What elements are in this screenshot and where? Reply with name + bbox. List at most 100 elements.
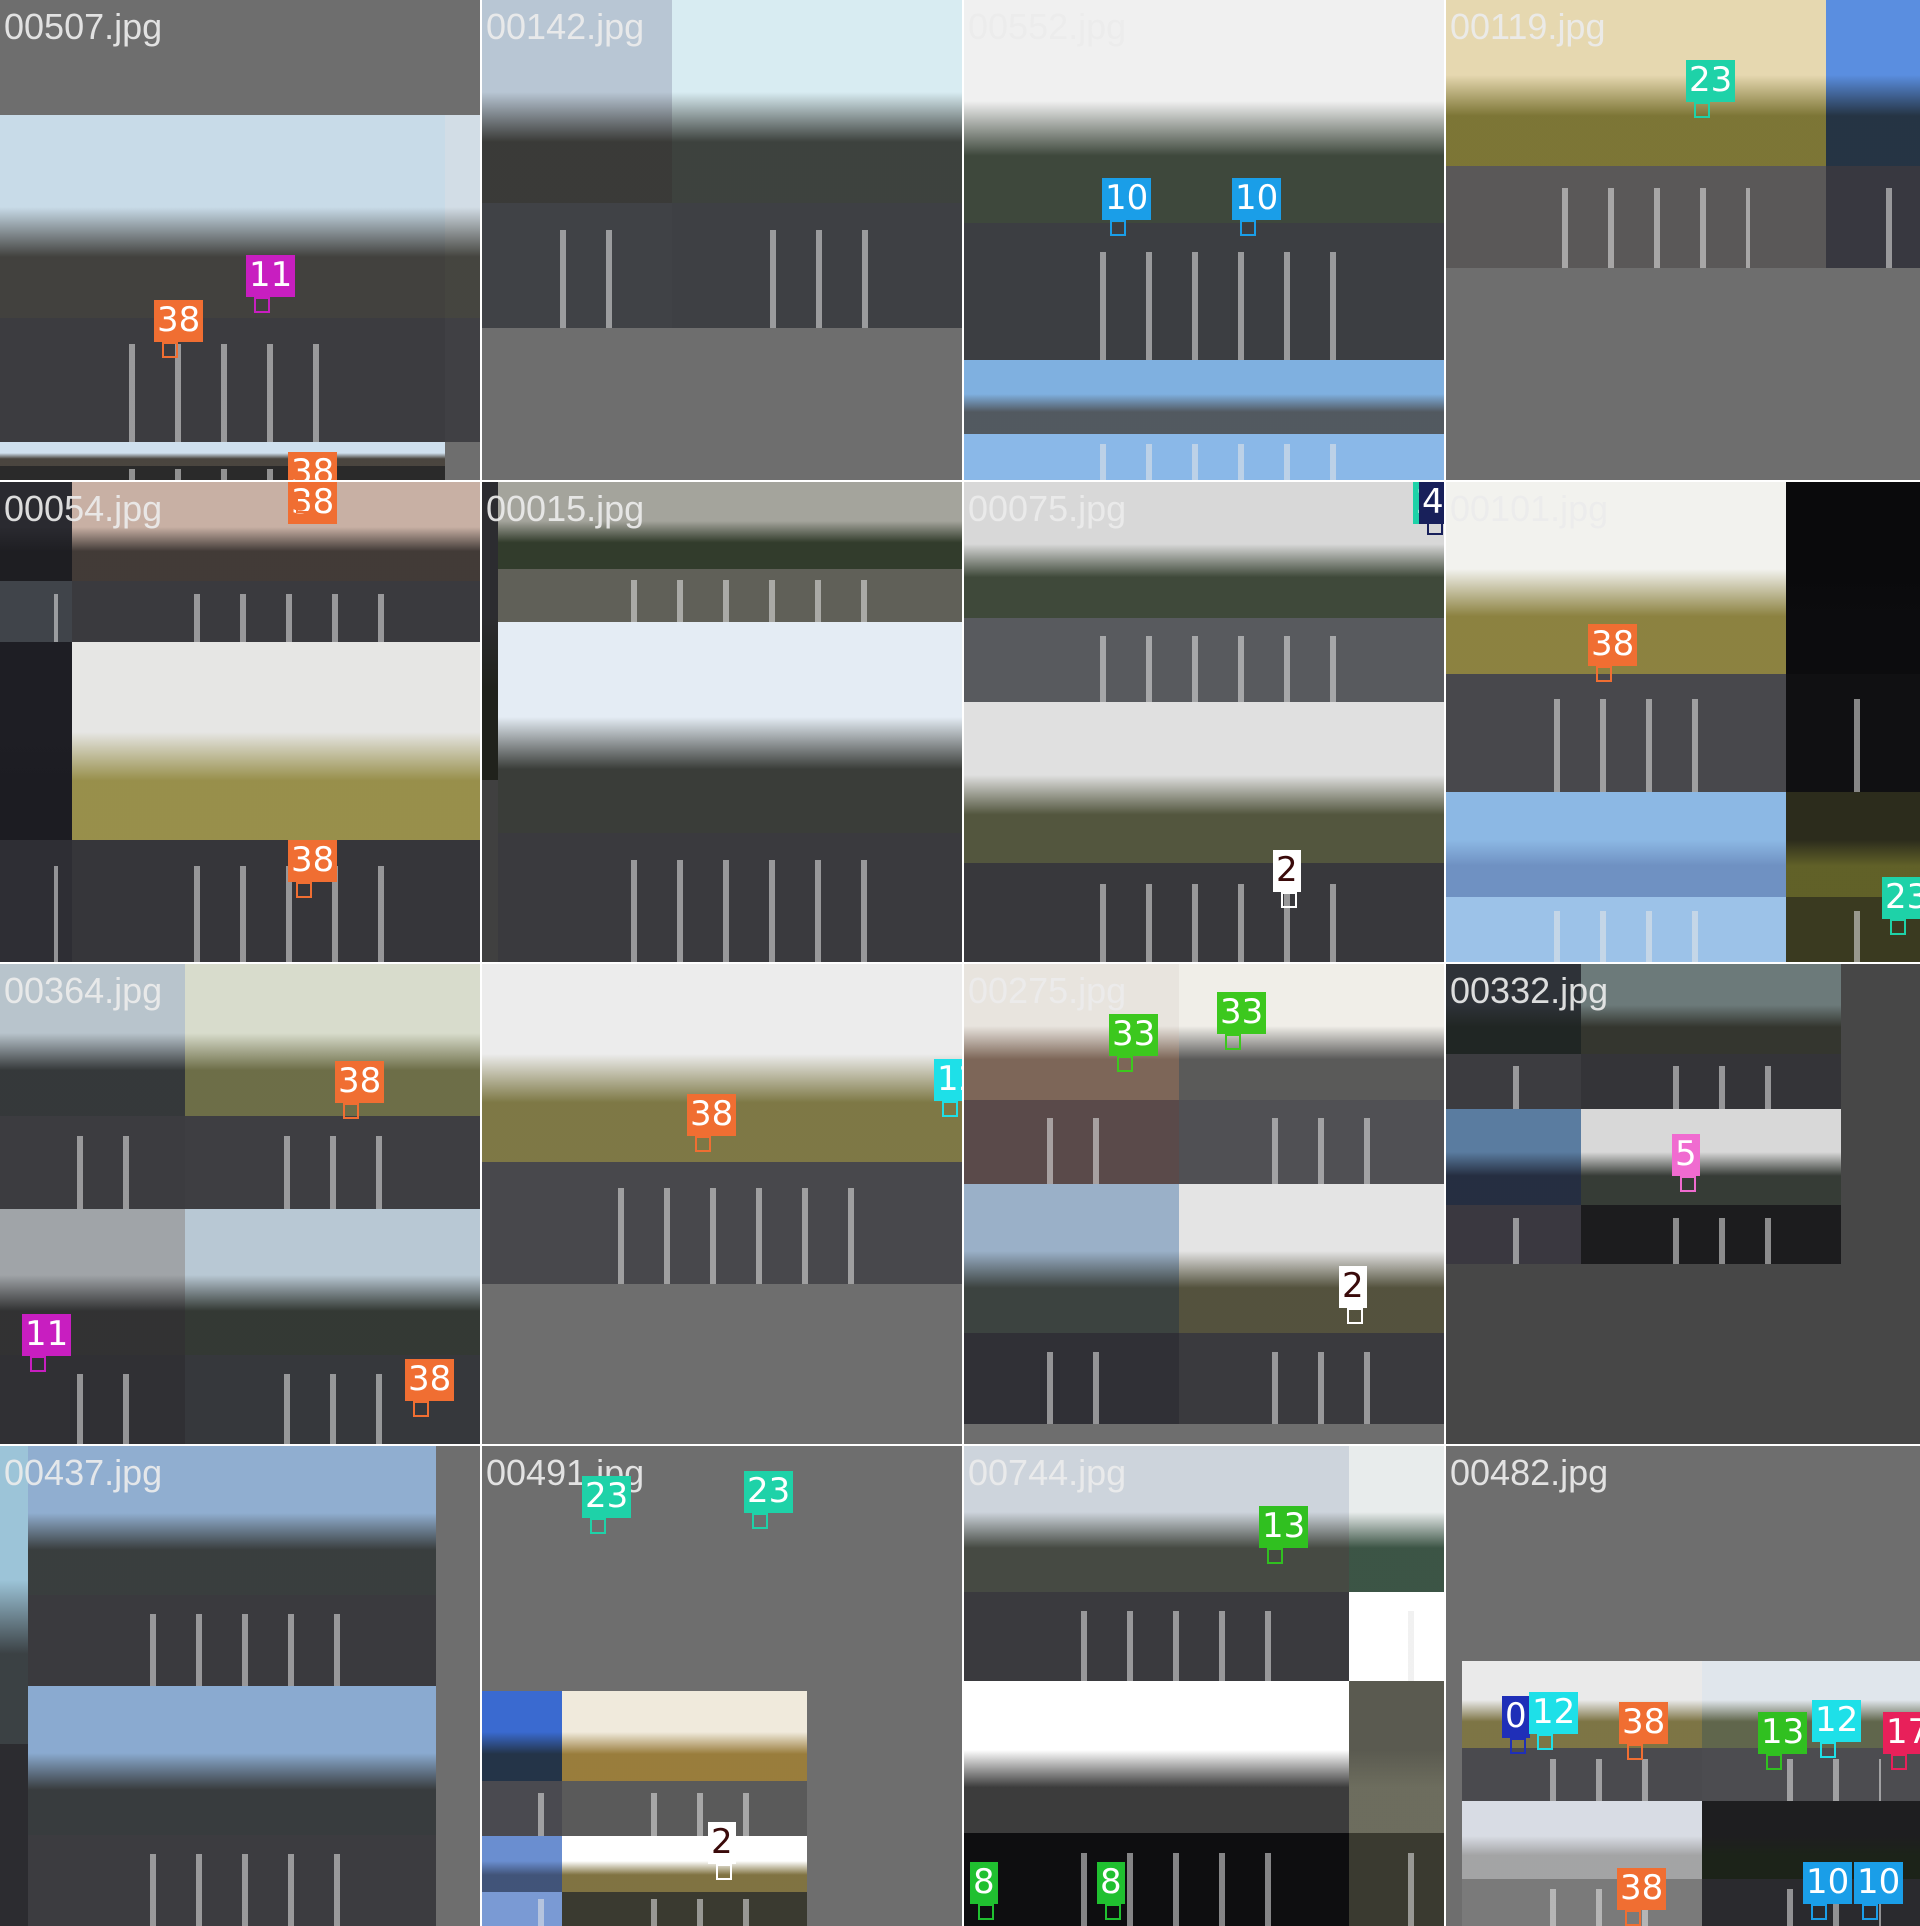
detection-box	[1510, 1738, 1526, 1754]
detection-box	[1862, 1904, 1878, 1920]
image-filename: 00075.jpg	[968, 488, 1127, 529]
photo-crop	[964, 702, 1444, 962]
image-filename: 00332.jpg	[1450, 970, 1609, 1011]
class-label: 0	[1502, 1696, 1530, 1738]
detection-box	[716, 1864, 732, 1880]
photo-crop	[964, 1681, 1349, 1926]
photo-crop	[482, 1836, 562, 1926]
photo-crop	[0, 642, 72, 962]
detection-box	[162, 342, 178, 358]
class-label: 13	[1259, 1506, 1309, 1548]
detection-box	[1596, 666, 1612, 682]
mosaic-grid: 00507.jpg 11 38 38 00142.jpg 00552.jpg 10 10 001…	[0, 0, 1920, 1926]
detection-box	[254, 297, 270, 313]
photo-crop	[0, 1446, 28, 1926]
photo-crop	[562, 1691, 807, 1836]
detection-box	[1627, 1744, 1643, 1760]
class-label: 2	[1273, 850, 1301, 892]
image-filename: 00482.jpg	[1450, 1452, 1609, 1493]
photo-crop	[964, 1184, 1179, 1424]
detection-box	[1680, 1176, 1696, 1192]
photo-crop	[0, 115, 445, 442]
class-label: 38	[335, 1061, 385, 1103]
detection-box	[296, 497, 312, 513]
image-filename: 00552.jpg	[968, 6, 1127, 47]
mosaic-tile: 00482.jpg 0 12 38 13 12 17 38 10 10	[1446, 1446, 1920, 1926]
class-label: 38	[1619, 1702, 1669, 1744]
image-filename: 00744.jpg	[968, 1452, 1127, 1493]
class-label: 4	[1419, 482, 1444, 524]
class-label: 23	[744, 1471, 794, 1513]
detection-box	[1281, 892, 1297, 908]
class-label: 12	[934, 1059, 962, 1101]
mosaic-tile: 00119.jpg 23	[1446, 0, 1920, 480]
mosaic-tile: 00054.jpg 38 38	[0, 482, 480, 962]
class-label: 11	[246, 255, 296, 297]
photo-crop	[28, 1686, 436, 1926]
photo-crop	[482, 0, 672, 328]
detection-box	[1891, 1754, 1907, 1770]
class-label: 17	[1883, 1712, 1920, 1754]
photo-crop	[1581, 964, 1841, 1109]
class-label: 2	[1339, 1266, 1367, 1308]
class-label: 23	[582, 1476, 632, 1518]
class-label: 10	[1854, 1862, 1904, 1904]
image-filename: 00119.jpg	[1450, 6, 1606, 47]
photo-crop	[72, 642, 480, 962]
class-label: 2	[708, 1822, 736, 1864]
photo-crop	[1349, 1446, 1444, 1681]
detection-box	[978, 1904, 994, 1920]
detection-box	[1110, 220, 1126, 236]
image-filename: 00364.jpg	[4, 970, 163, 1011]
photo-crop	[482, 1691, 562, 1836]
photo-crop	[445, 115, 480, 442]
photo-crop	[1446, 1109, 1581, 1264]
class-label: 38	[687, 1094, 737, 1136]
image-filename: 00101.jpg	[1450, 488, 1609, 529]
detection-box	[1105, 1904, 1121, 1920]
class-label: 38	[1588, 624, 1638, 666]
class-label: 8	[970, 1862, 998, 1904]
photo-crop	[185, 1209, 480, 1444]
image-filename: 00275.jpg	[968, 970, 1127, 1011]
detection-box	[1267, 1548, 1283, 1564]
photo-crop	[498, 622, 962, 962]
mosaic-tile: 00364.jpg 38 11 38	[0, 964, 480, 1444]
detection-box	[1890, 919, 1906, 935]
detection-box	[343, 1103, 359, 1119]
detection-box	[413, 1401, 429, 1417]
class-label: 12	[1529, 1692, 1579, 1734]
detection-box	[1225, 1034, 1241, 1050]
mosaic-tile: 00332.jpg 5	[1446, 964, 1920, 1444]
image-filename: 00437.jpg	[4, 1452, 163, 1493]
detection-box	[1117, 1056, 1133, 1072]
detection-box	[1820, 1742, 1836, 1758]
class-label: 38	[288, 452, 338, 480]
image-filename: 00722.jpg	[486, 970, 645, 1011]
class-label: 33	[1109, 1014, 1159, 1056]
class-label: 38	[288, 840, 338, 882]
detection-box	[1240, 220, 1256, 236]
class-label: 33	[1217, 992, 1267, 1034]
class-label: 10	[1232, 178, 1282, 220]
mosaic-tile: 00507.jpg 11 38 38	[0, 0, 480, 480]
photo-crop	[185, 964, 480, 1209]
class-label: 11	[22, 1314, 72, 1356]
mosaic-tile: 00275.jpg 33 33 2	[964, 964, 1444, 1444]
photo-crop	[482, 482, 498, 962]
detection-box	[30, 1356, 46, 1372]
photo-crop	[1349, 1681, 1444, 1926]
class-label: 5	[1672, 1134, 1700, 1176]
class-label: 38	[154, 300, 204, 342]
mosaic-tile: 00101.jpg 38 23	[1446, 482, 1920, 962]
mosaic-tile: 00075.jpg2342	[964, 482, 1444, 962]
image-filename: 00507.jpg	[4, 6, 163, 47]
detection-box	[1347, 1308, 1363, 1324]
detection-box	[1537, 1734, 1553, 1750]
photo-crop	[964, 0, 1444, 360]
detection-box	[695, 1136, 711, 1152]
mosaic-tile: 00142.jpg	[482, 0, 962, 480]
class-label: 23	[1882, 877, 1920, 919]
image-filename: 00015.jpg	[486, 488, 645, 529]
image-filename: 00142.jpg	[486, 6, 645, 47]
